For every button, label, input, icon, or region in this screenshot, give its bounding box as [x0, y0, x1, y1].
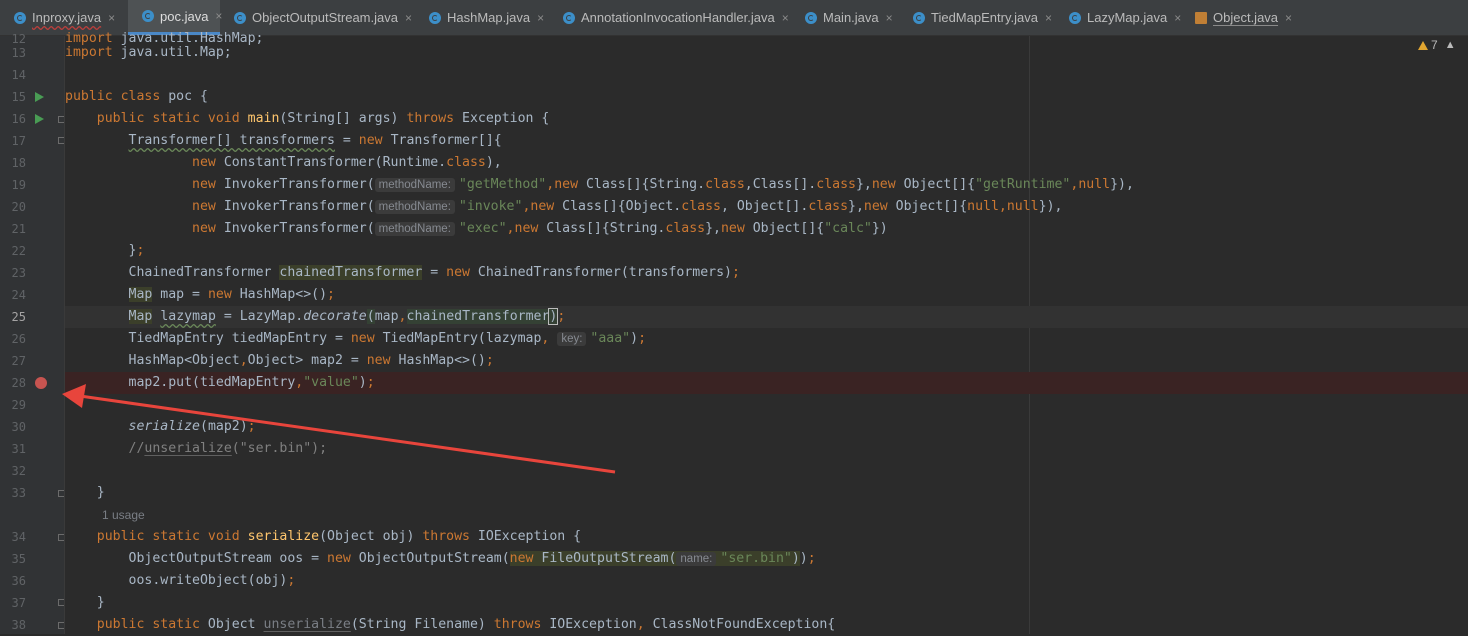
- annotation-arrow-head: [62, 384, 86, 408]
- annotation-arrow: [62, 384, 616, 474]
- annotation-arrow-shaft: [79, 394, 616, 474]
